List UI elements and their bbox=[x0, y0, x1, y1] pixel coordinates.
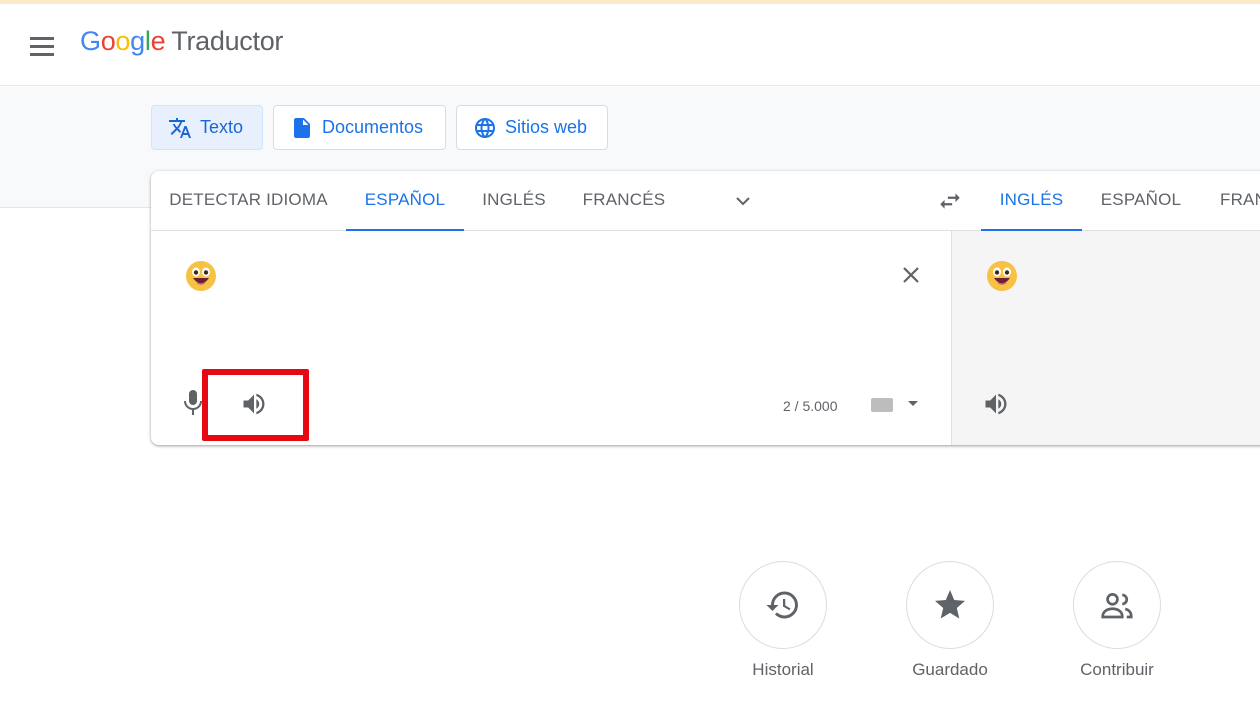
character-count: 2 / 5.000 bbox=[783, 398, 838, 414]
app-logo[interactable]: Google Traductor bbox=[80, 26, 283, 57]
source-lang-tab-english[interactable]: INGLÉS bbox=[464, 171, 564, 231]
mode-documents-button[interactable]: Documentos bbox=[273, 105, 446, 150]
globe-icon bbox=[475, 117, 495, 138]
mode-label: Documentos bbox=[322, 117, 424, 137]
contribute-button[interactable] bbox=[1073, 561, 1161, 649]
keyboard-icon[interactable] bbox=[871, 398, 893, 412]
people-icon bbox=[1101, 592, 1133, 619]
source-text-area[interactable]: 2 / 5.000 bbox=[151, 231, 951, 445]
logo-letter: g bbox=[130, 26, 145, 56]
saved-button[interactable] bbox=[906, 561, 994, 649]
target-lang-tab-spanish[interactable]: ESPAÑOL bbox=[1082, 171, 1200, 231]
logo-letter: e bbox=[150, 26, 166, 56]
main-menu-icon[interactable] bbox=[30, 32, 62, 60]
target-lang-tab-french[interactable]: FRANCÉS bbox=[1200, 171, 1260, 231]
logo-letter: o bbox=[100, 26, 116, 56]
source-lang-tab-spanish[interactable]: ESPAÑOL bbox=[346, 171, 464, 231]
translation-card: DETECTAR IDIOMA ESPAÑOL INGLÉS FRANCÉS I… bbox=[151, 171, 1260, 445]
logo-letter: G bbox=[80, 26, 101, 56]
grinning-face-emoji bbox=[186, 261, 216, 291]
history-label[interactable]: Historial bbox=[713, 660, 853, 680]
document-icon bbox=[294, 117, 310, 138]
swap-languages-icon[interactable] bbox=[936, 188, 964, 214]
star-icon bbox=[935, 590, 965, 619]
logo-letter: o bbox=[115, 26, 131, 56]
grinning-face-emoji bbox=[987, 261, 1017, 291]
mode-label: Texto bbox=[200, 117, 244, 137]
mode-label: Sitios web bbox=[505, 117, 588, 137]
caret-down-icon[interactable] bbox=[908, 401, 918, 406]
saved-label[interactable]: Guardado bbox=[880, 660, 1020, 680]
history-button[interactable] bbox=[739, 561, 827, 649]
mode-websites-button[interactable]: Sitios web bbox=[456, 105, 608, 150]
mode-text-button[interactable]: Texto bbox=[151, 105, 263, 150]
translate-icon bbox=[169, 117, 191, 138]
product-name: Traductor bbox=[171, 26, 284, 56]
close-icon[interactable] bbox=[899, 263, 923, 287]
speaker-icon[interactable] bbox=[982, 390, 1010, 418]
target-lang-tab-english[interactable]: INGLÉS bbox=[981, 171, 1082, 231]
source-lang-tab-french[interactable]: FRANCÉS bbox=[564, 171, 684, 231]
microphone-icon[interactable] bbox=[181, 388, 205, 418]
app-header: Google Traductor bbox=[0, 4, 1260, 86]
history-icon bbox=[766, 591, 798, 619]
chevron-down-icon[interactable] bbox=[731, 189, 755, 213]
translation-output-area bbox=[951, 231, 1260, 445]
speaker-icon[interactable] bbox=[240, 390, 268, 418]
contribute-label[interactable]: Contribuir bbox=[1047, 660, 1187, 680]
source-lang-tab-detect[interactable]: DETECTAR IDIOMA bbox=[151, 171, 346, 231]
language-bar: DETECTAR IDIOMA ESPAÑOL INGLÉS FRANCÉS I… bbox=[151, 171, 1260, 231]
